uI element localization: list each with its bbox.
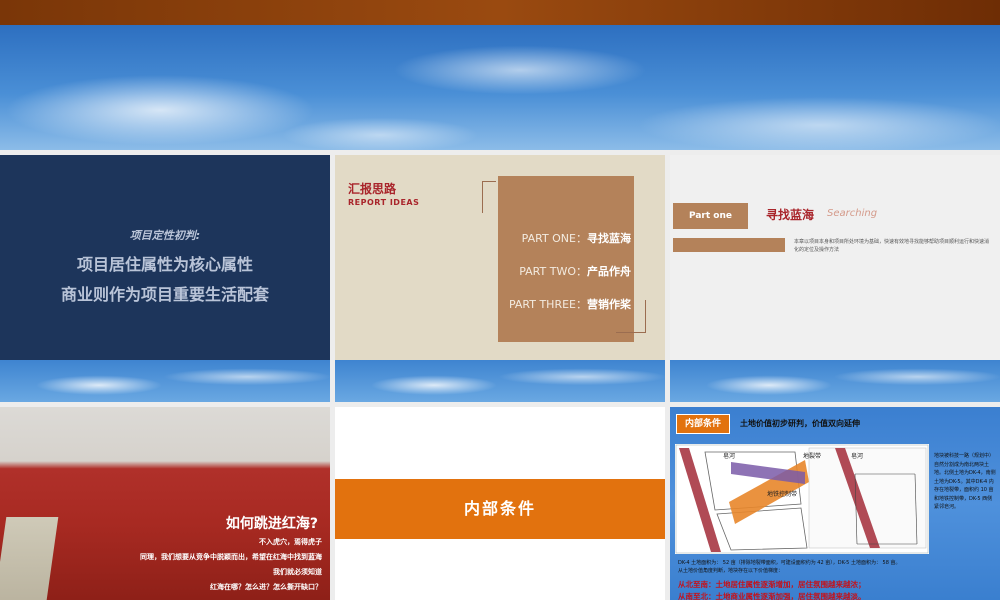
slide-question: 如何跳进红海? [225,516,318,532]
site-map-svg: 皂河 地裂带 地铁控制带 皂河 [675,444,929,554]
part-name: 寻找蓝海 [587,232,631,245]
slide-title: 汇报思路 [348,182,397,196]
part-label: PART TWO： [519,265,587,278]
content-panel [498,176,634,342]
part-name: 产品作舟 [587,265,631,278]
slide-thumbnail-positioning[interactable]: 项目定性初判: 项目居住属性为核心属性 商业则作为项目重要生活配套 [0,155,330,402]
decorative-bar [673,238,785,252]
map-label-ground-crack: 地裂带 [803,452,821,460]
part-tag: Part one [673,203,748,229]
part-name: 营销作桨 [587,298,631,311]
part-item: PART THREE：营销作桨 [509,296,631,312]
part-label: PART ONE： [521,232,587,245]
land-area-info: DK-4 土地面积为： 52 亩（排除地裂带面积，可建设面积约为 42 亩），D… [678,559,998,575]
value-gradient-line: 从北至南：土地居住属性逐渐增加，居住氛围越来越浓； [678,580,866,589]
map-label-river-right: 皂河 [851,452,863,460]
slide-title-en: REPORT IDEAS [348,198,420,207]
slide-thumbnail-land-value[interactable]: 内部条件 土地价值初步研判，价值双向延伸 皂河 地裂带 地铁控制带 皂河 地块被… [670,407,1000,600]
slide-text-line: 同理，我们想要从竞争中脱颖而出，希望在红海中找到蓝海 [140,553,322,561]
part-item: PART ONE：寻找蓝海 [522,230,631,246]
slide-text-line: 不入虎穴，焉得虎子 [259,538,322,546]
decorative-frame-corner [482,181,496,213]
slide-thumbnail-internal-conditions[interactable]: 内部条件 [335,407,665,600]
cloud-strip-image [335,360,665,402]
slide-text-line: 我们就必须知道 [273,568,322,576]
value-gradient-line: 从南至北：土地商业属性逐渐加强，居住氛围越来越淡。 [678,592,866,600]
slide-subtitle: 项目定性初判: [129,229,201,242]
slide-title-en: Searching [827,208,878,219]
part-item: PART TWO：产品作舟 [519,263,631,279]
slide-heading: 土地价值初步研判，价值双向延伸 [740,419,860,428]
site-description: 地块被科技一路（规划中）自然分割成为南北两块土地。北侧土地为DK-4，南侧土地为… [934,453,996,510]
cloud-strip-image [0,360,330,402]
map-label-metro-control: 地铁控制带 [767,490,797,498]
slide-thumbnail-part-one[interactable]: Part one 寻找蓝海 Searching 本章以项目本身和项目所处环境为基… [670,155,1000,402]
land-area-line: DK-4 土地面积为： 52 亩（排除地裂带面积，可建设面积约为 42 亩），D… [678,560,901,566]
slide-description: 本章以项目本身和项目所处环境为基础，快速有效地寻找能够帮助项目顺利运行和快速消化… [794,239,990,253]
slide-title: 寻找蓝海 [766,208,815,222]
cloud-strip-image [670,360,1000,402]
top-banner-bar [0,0,1000,25]
sky-banner-image [0,25,1000,150]
slide-thumbnail-report-ideas[interactable]: 汇报思路 REPORT IDEAS PART ONE：寻找蓝海 PART TWO… [335,155,665,402]
land-value-intro: 从土地价值角度判断，地块存在以下价值梯度： [678,568,784,574]
slide-text-line: 红海在哪？怎么进？怎么撕开缺口？ [210,583,322,591]
slide-headline-line2: 商业则作为项目重要生活配套 [60,285,269,304]
shore-path-image [0,517,59,600]
section-tag: 内部条件 [676,414,730,434]
section-band-title: 内部条件 [335,479,665,539]
slide-thumbnail-red-sea[interactable]: 如何跳进红海? 不入虎穴，焉得虎子 同理，我们想要从竞争中脱颖而出，希望在红海中… [0,407,330,600]
site-map-diagram: 皂河 地裂带 地铁控制带 皂河 [675,444,929,554]
part-label: PART THREE： [508,298,587,311]
map-label-river-left: 皂河 [723,452,735,460]
slide-headline-line1: 项目居住属性为核心属性 [76,255,253,274]
